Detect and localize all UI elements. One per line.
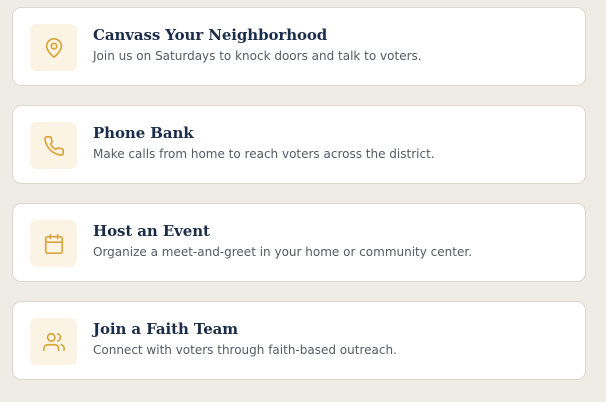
card-text: Phone Bank Make calls from home to reach…: [93, 123, 573, 163]
card-text: Canvass Your Neighborhood Join us on Sat…: [93, 25, 573, 65]
card-faith-team[interactable]: Join a Faith Team Connect with voters th…: [12, 301, 586, 380]
icon-container: [30, 122, 77, 169]
card-canvass-neighborhood[interactable]: Canvass Your Neighborhood Join us on Sat…: [12, 7, 586, 86]
card-title: Join a Faith Team: [93, 320, 239, 338]
card-description: Join us on Saturdays to knock doors and …: [93, 49, 422, 63]
card-title: Phone Bank: [93, 124, 194, 142]
card-title: Host an Event: [93, 222, 210, 240]
card-host-event[interactable]: Host an Event Organize a meet-and-greet …: [12, 203, 586, 282]
card-description: Connect with voters through faith-based …: [93, 343, 397, 357]
icon-container: [30, 24, 77, 71]
phone-icon: [43, 135, 64, 156]
users-icon: [42, 332, 65, 351]
map-pin-icon: [45, 37, 62, 58]
volunteer-options-list: Canvass Your Neighborhood Join us on Sat…: [0, 0, 606, 402]
card-description: Organize a meet-and-greet in your home o…: [93, 245, 472, 259]
icon-container: [30, 220, 77, 267]
calendar-icon: [44, 233, 63, 254]
card-title: Canvass Your Neighborhood: [93, 26, 328, 44]
icon-container: [30, 318, 77, 365]
card-phone-bank[interactable]: Phone Bank Make calls from home to reach…: [12, 105, 586, 184]
card-text: Host an Event Organize a meet-and-greet …: [93, 221, 573, 261]
card-description: Make calls from home to reach voters acr…: [93, 147, 435, 161]
card-text: Join a Faith Team Connect with voters th…: [93, 319, 573, 359]
